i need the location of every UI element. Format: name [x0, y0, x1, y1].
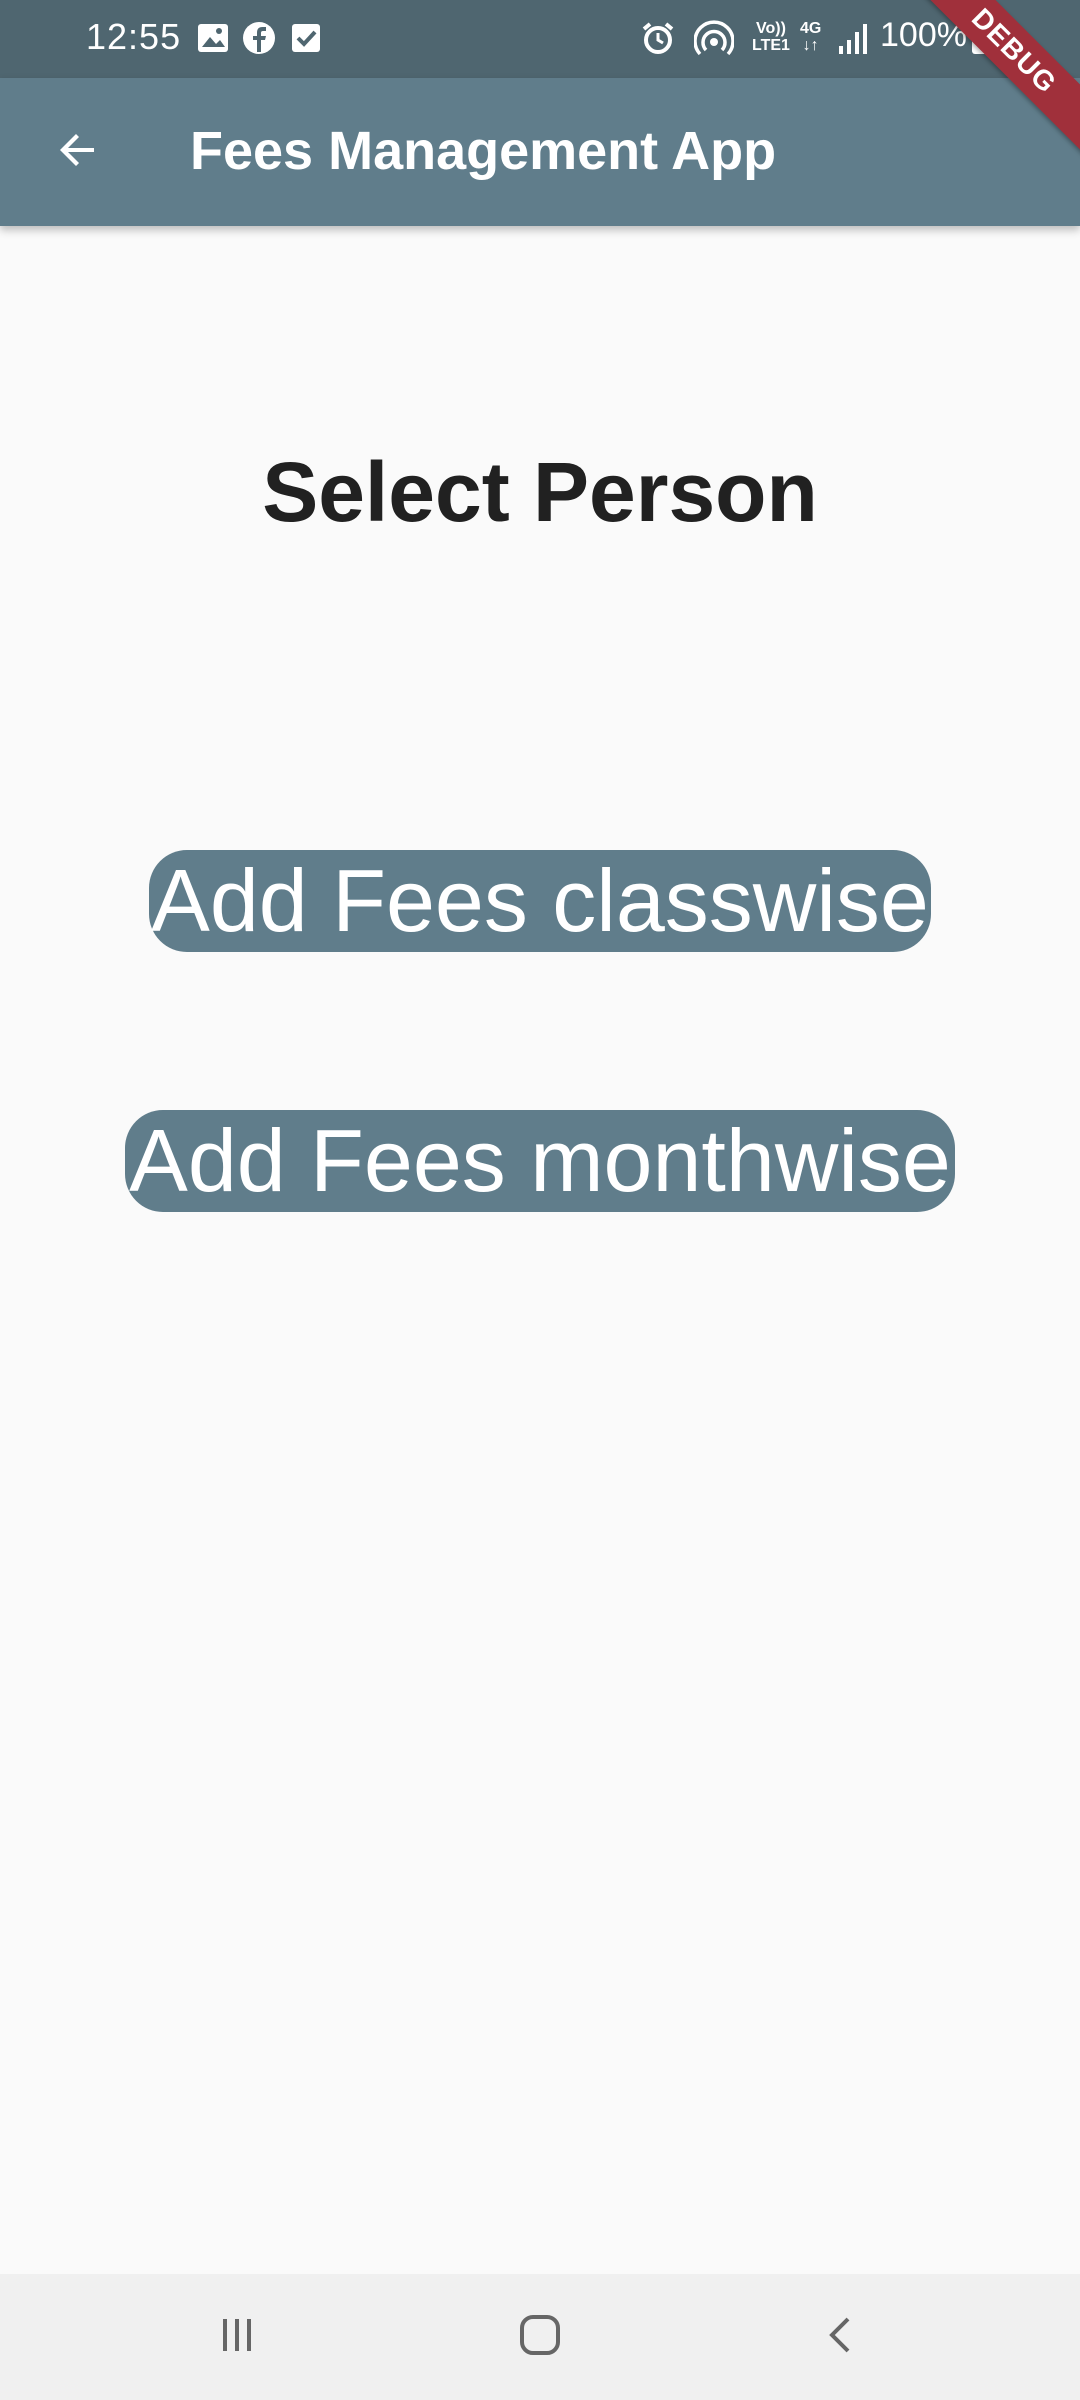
navigation-bar [0, 2274, 1080, 2400]
status-time: 12:55 [86, 16, 182, 57]
app-bar: Fees Management App [0, 78, 1080, 226]
recent-apps-icon [215, 2313, 259, 2362]
system-back-button[interactable] [807, 2302, 877, 2372]
recent-apps-button[interactable] [202, 2302, 272, 2372]
facebook-icon [241, 20, 277, 56]
back-button[interactable] [30, 104, 126, 200]
signal-icon [836, 20, 872, 56]
home-icon [516, 2311, 564, 2364]
back-icon [820, 2313, 864, 2362]
image-icon [195, 20, 231, 56]
status-bar: 12:55 Vo)) LTE1 4G ↓↑ 100% [0, 0, 1080, 78]
arrow-back-icon [54, 126, 102, 179]
add-fees-monthwise-button[interactable]: Add Fees monthwise [125, 1110, 955, 1212]
home-button[interactable] [505, 2302, 575, 2372]
app-title: Fees Management App [190, 121, 777, 181]
network-type-label: 4G ↓↑ [800, 20, 822, 54]
page-title: Select Person [262, 445, 818, 539]
add-fees-classwise-button[interactable]: Add Fees classwise [149, 850, 931, 952]
checkbox-icon [288, 20, 324, 56]
hotspot-icon [693, 20, 735, 56]
network-label: Vo)) LTE1 [752, 20, 790, 54]
alarm-icon [640, 20, 676, 56]
